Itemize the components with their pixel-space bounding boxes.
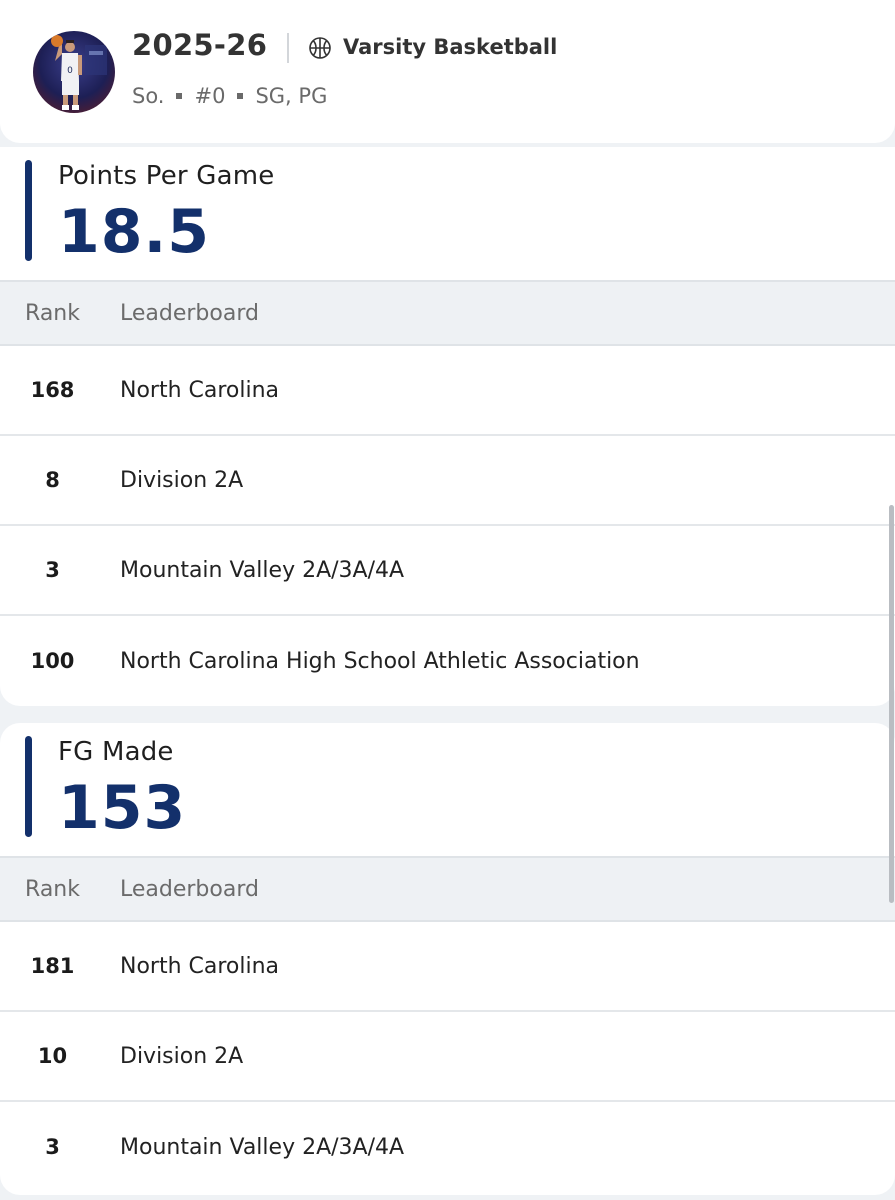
player-header: 0 2025-26 Varsity Basketball So. #0 SG, …	[0, 0, 895, 143]
leaderboard-row[interactable]: 10 Division 2A	[0, 1012, 895, 1102]
leaderboard-row[interactable]: 181 North Carolina	[0, 922, 895, 1012]
leaderboard-row[interactable]: 3 Mountain Valley 2A/3A/4A	[0, 1102, 895, 1192]
rank-column-header: Rank	[25, 876, 80, 902]
leaderboard-name: Mountain Valley 2A/3A/4A	[120, 1134, 405, 1160]
leaderboard-name: North Carolina	[120, 953, 280, 979]
rank-value: 3	[45, 1135, 60, 1159]
separator-dot	[176, 93, 183, 99]
separator-dot	[237, 93, 244, 99]
accent-bar	[25, 160, 32, 261]
stat-card-points-per-game: Points Per Game 18.5 Rank Leaderboard 16…	[0, 147, 895, 706]
stat-value: 18.5	[58, 197, 211, 267]
page: 0 2025-26 Varsity Basketball So. #0 SG, …	[0, 0, 895, 1200]
leaderboard-name: North Carolina	[120, 377, 280, 403]
leaderboard-table-header: Rank Leaderboard	[0, 856, 895, 922]
leaderboard-column-header: Leaderboard	[120, 876, 259, 902]
rank-value: 10	[37, 1044, 68, 1068]
sport-label: Varsity Basketball	[343, 35, 558, 59]
leaderboard-name: Mountain Valley 2A/3A/4A	[120, 557, 405, 583]
leaderboard-row[interactable]: 168 North Carolina	[0, 346, 895, 436]
positions: SG, PG	[255, 84, 328, 108]
stat-card-fg-made: FG Made 153 Rank Leaderboard 181 North C…	[0, 723, 895, 1195]
leaderboard-column-header: Leaderboard	[120, 300, 259, 326]
leaderboard-name: Division 2A	[120, 1043, 244, 1069]
svg-text:0: 0	[67, 66, 73, 76]
leaderboard-name: North Carolina High School Athletic Asso…	[120, 648, 640, 674]
accent-bar	[25, 736, 32, 837]
rank-value: 181	[30, 954, 75, 978]
leaderboard-table-header: Rank Leaderboard	[0, 280, 895, 346]
jersey-number: #0	[194, 84, 226, 108]
stat-title: FG Made	[58, 737, 174, 767]
stat-header: FG Made 153	[0, 723, 895, 856]
leaderboard-row[interactable]: 8 Division 2A	[0, 436, 895, 526]
player-meta: So. #0 SG, PG	[132, 84, 327, 108]
stat-header: Points Per Game 18.5	[0, 147, 895, 280]
stat-value: 153	[58, 773, 187, 843]
leaderboard-name: Division 2A	[120, 467, 244, 493]
rank-column-header: Rank	[25, 300, 80, 326]
rank-value: 168	[30, 378, 75, 402]
leaderboard-row[interactable]: 100 North Carolina High School Athletic …	[0, 616, 895, 706]
class-year: So.	[132, 84, 165, 108]
basketball-icon	[309, 37, 331, 59]
scrollbar[interactable]	[889, 505, 894, 903]
season-label: 2025-26	[132, 28, 268, 62]
stat-title: Points Per Game	[58, 161, 275, 191]
avatar[interactable]: 0	[33, 31, 115, 113]
rank-value: 3	[45, 558, 60, 582]
header-divider	[287, 33, 289, 63]
rank-value: 8	[45, 468, 60, 492]
rank-value: 100	[30, 649, 75, 673]
leaderboard-row[interactable]: 3 Mountain Valley 2A/3A/4A	[0, 526, 895, 616]
